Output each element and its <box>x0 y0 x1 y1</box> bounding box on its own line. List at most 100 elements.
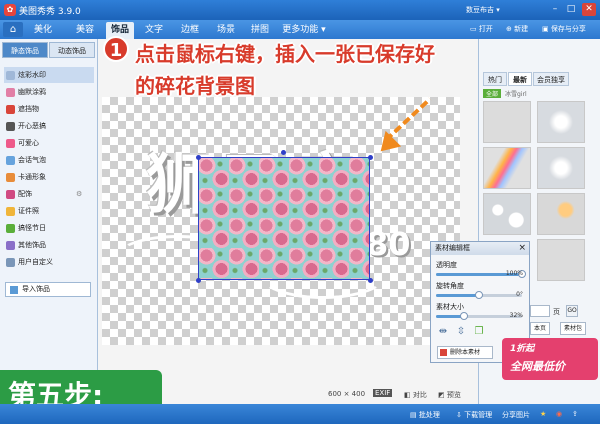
download-manager-button[interactable]: ⇩ 下载管理 <box>456 410 492 420</box>
star-icon[interactable]: ★ <box>540 410 546 418</box>
image-size: 600 × 400 <box>328 390 366 398</box>
home-icon[interactable]: ⌂ <box>3 22 23 37</box>
other-icon <box>6 241 15 250</box>
material-thumbnail[interactable] <box>537 193 585 235</box>
resize-handle[interactable] <box>196 278 201 283</box>
watermark-icon <box>6 71 15 80</box>
maximize-button[interactable]: □ <box>564 3 578 16</box>
canvas-number-text: 80 <box>366 225 411 263</box>
instruction-line-1: 点击鼠标右键，插入一张已保存好 <box>135 42 435 66</box>
decoration-sidebar: 静态饰品 动态饰品 炫彩水印 幽默涂鸦 遮挡物 开心恶搞 可爱心 会话气泡 卡通… <box>0 39 98 404</box>
floral-background-material[interactable] <box>198 157 370 280</box>
cartoon-icon <box>6 173 15 182</box>
rotate-slider[interactable] <box>436 291 522 299</box>
accessory-icon <box>6 190 15 199</box>
share-icon[interactable]: ⇪ <box>572 410 578 418</box>
tab-member[interactable]: 会员独享 <box>533 72 569 86</box>
opacity-label: 透明度 <box>436 261 457 269</box>
page-number-input[interactable] <box>530 305 550 317</box>
tab-scene[interactable]: 场景 <box>212 22 240 39</box>
layer-icon[interactable]: ❐ <box>473 326 485 338</box>
tab-hot[interactable]: 热门 <box>483 72 507 86</box>
save-share-button[interactable]: ▣ 保存与分享 <box>542 24 586 34</box>
size-label: 素材大小 <box>436 303 464 311</box>
minimize-button[interactable]: – <box>548 3 562 16</box>
exif-button[interactable]: EXIF <box>373 389 393 397</box>
close-button[interactable]: ✕ <box>582 3 596 16</box>
this-page-button[interactable]: 本页 <box>530 322 551 335</box>
instruction-line-2: 的碎花背景图 <box>135 74 255 98</box>
account-menu[interactable]: 数豆布吉 ▾ <box>466 5 500 15</box>
import-decoration-button[interactable]: 导入饰品 <box>5 282 91 297</box>
preview-button[interactable]: ◩ 预览 <box>438 390 461 400</box>
go-button[interactable]: GO <box>566 305 578 317</box>
delete-icon <box>440 349 447 356</box>
tab-collage[interactable]: 拼图 <box>246 22 274 39</box>
material-thumbnail[interactable] <box>483 101 531 143</box>
bottom-bar: ▤ 批处理 ⇩ 下载管理 分享图片 ★ ◉ ⇪ <box>0 404 600 424</box>
promo-banner[interactable]: 1折起 全网最低价 <box>502 338 598 380</box>
material-thumbnail[interactable] <box>483 193 531 235</box>
sidebar-item-custom[interactable]: 用户自定义 <box>4 254 94 270</box>
delete-material-button[interactable]: 删除本素材 <box>437 346 493 359</box>
material-thumbnail[interactable] <box>537 147 585 189</box>
dialog-close-button[interactable]: × <box>518 242 526 255</box>
app-title: 美图秀秀 3.9.0 <box>19 7 81 17</box>
page-suffix: 页 <box>553 308 560 316</box>
flip-vertical-icon[interactable]: ⇳ <box>455 326 467 338</box>
tab-static-decoration[interactable]: 静态饰品 <box>2 42 48 58</box>
tab-border[interactable]: 边框 <box>176 22 204 39</box>
resize-handle[interactable] <box>368 155 373 160</box>
open-button[interactable]: ▭ 打开 <box>470 24 493 34</box>
tab-text[interactable]: 文字 <box>140 22 168 39</box>
download-icon: ⇩ <box>456 411 465 419</box>
rotate-handle[interactable] <box>281 150 286 155</box>
sidebar-item-other[interactable]: 其他饰品 <box>4 237 94 253</box>
sidebar-item-doodle[interactable]: 幽默涂鸦 <box>4 84 94 100</box>
material-thumbnail[interactable] <box>537 239 585 281</box>
sidebar-item-accessory[interactable]: 配饰 ⚙ <box>4 186 94 202</box>
sidebar-item-cartoon[interactable]: 卡通形象 <box>4 169 94 185</box>
flip-horizontal-icon[interactable]: ⇹ <box>437 326 449 338</box>
new-icon: ⊕ <box>506 25 515 33</box>
festival-icon <box>6 224 15 233</box>
share-image-button[interactable]: 分享图片 <box>502 410 530 420</box>
sidebar-item-heart[interactable]: 可爱心 <box>4 135 94 151</box>
batch-button[interactable]: ▤ 批处理 <box>410 410 440 420</box>
tab-cosmetic[interactable]: 美容 <box>70 22 100 39</box>
sidebar-item-watermark[interactable]: 炫彩水印 <box>4 67 94 83</box>
preview-icon: ◩ <box>438 391 447 399</box>
open-icon: ▭ <box>470 25 479 33</box>
doodle-icon <box>6 88 15 97</box>
prank-icon <box>6 122 15 131</box>
material-thumbnail[interactable] <box>483 147 531 189</box>
size-value: 32% <box>509 312 523 319</box>
mask-icon <box>6 105 15 114</box>
material-thumbnail[interactable] <box>537 101 585 143</box>
material-pack-button[interactable]: 素材包 <box>560 322 587 335</box>
sidebar-item-bubble[interactable]: 会话气泡 <box>4 152 94 168</box>
filter-all[interactable]: 全部 <box>483 89 502 98</box>
tab-newest[interactable]: 最新 <box>508 72 532 86</box>
import-icon <box>10 286 18 294</box>
tab-more[interactable]: 更多功能 ▾ <box>280 22 328 39</box>
settings-icon[interactable]: ⚙ <box>76 186 82 202</box>
new-button[interactable]: ⊕ 新建 <box>506 24 528 34</box>
custom-icon <box>6 258 15 267</box>
compare-button[interactable]: ◧ 对比 <box>404 390 427 400</box>
heart-icon <box>6 139 15 148</box>
app-logo-icon: ✿ <box>4 4 16 16</box>
sidebar-item-id-photo[interactable]: 证件照 <box>4 203 94 219</box>
title-bar: ✿ 美图秀秀 3.9.0 数豆布吉 ▾ – □ ✕ <box>0 0 600 20</box>
sidebar-item-prank[interactable]: 开心恶搞 <box>4 118 94 134</box>
sidebar-item-mask[interactable]: 遮挡物 <box>4 101 94 117</box>
tab-dynamic-decoration[interactable]: 动态饰品 <box>49 42 95 58</box>
step-number-badge: 1 <box>103 36 129 62</box>
rotate-value: 0° <box>516 291 523 298</box>
resize-handle[interactable] <box>368 278 373 283</box>
tab-beautify[interactable]: 美化 <box>28 22 58 39</box>
resize-handle[interactable] <box>196 155 201 160</box>
save-icon: ▣ <box>542 25 551 33</box>
weibo-icon[interactable]: ◉ <box>556 410 562 418</box>
sidebar-item-festival[interactable]: 搞怪节日 <box>4 220 94 236</box>
